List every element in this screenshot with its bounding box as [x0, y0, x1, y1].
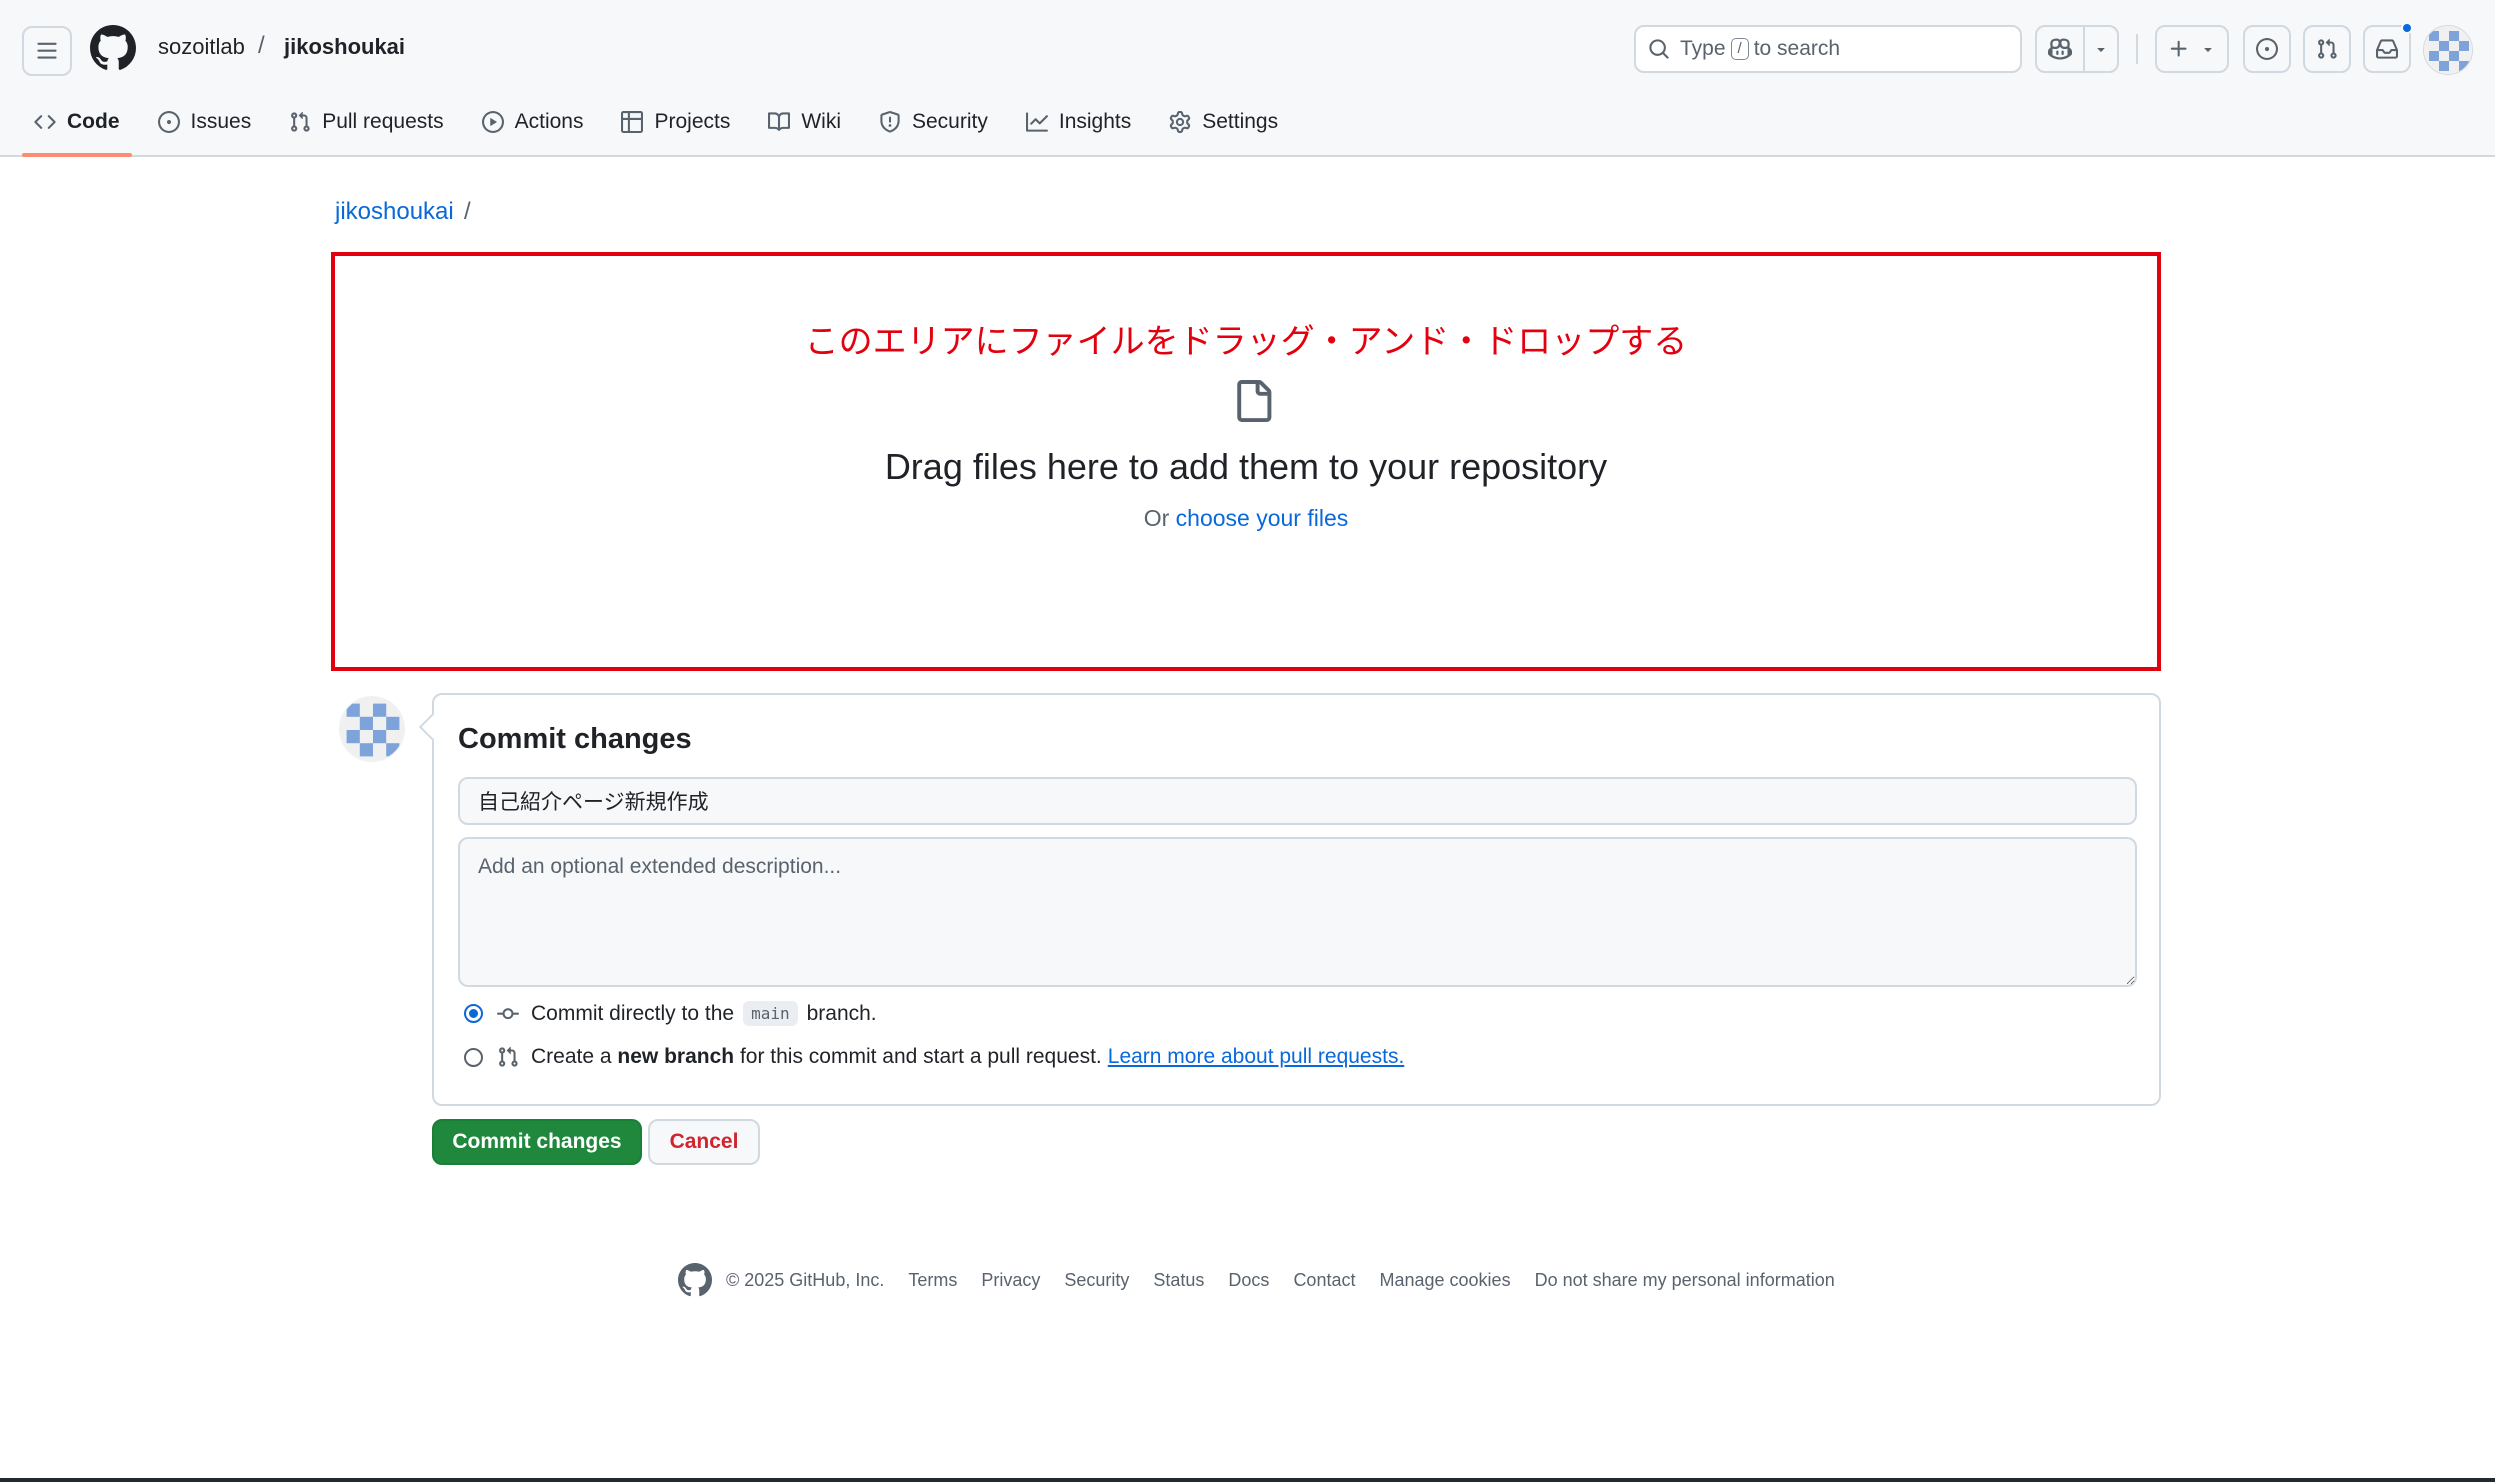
tab-label: Actions — [514, 110, 584, 133]
gear-icon — [1170, 111, 1191, 133]
hamburger-menu-button[interactable] — [22, 26, 72, 76]
owner-link[interactable]: sozoitlab — [158, 34, 245, 60]
drop-zone-or: Or — [1143, 505, 1170, 531]
tab-wiki[interactable]: Wiki — [756, 100, 853, 144]
commit-message-input[interactable] — [458, 777, 2137, 825]
footer-link-privacy[interactable]: Privacy — [981, 1270, 1040, 1291]
code-icon — [34, 115, 56, 129]
book-icon — [768, 112, 791, 131]
issue-opened-icon — [157, 111, 180, 133]
tab-label: Wiki — [801, 110, 841, 133]
commit-heading: Commit changes — [458, 723, 692, 755]
tab-code[interactable]: Code — [22, 100, 132, 157]
inbox-icon — [2376, 39, 2398, 59]
create-new-button[interactable] — [2155, 25, 2229, 73]
play-icon — [481, 111, 504, 133]
github-mark-icon[interactable] — [678, 1263, 712, 1297]
drop-zone-title: Drag files here to add them to your repo… — [884, 446, 1608, 487]
tab-label: Code — [67, 110, 120, 133]
commit-direct-text: Commit directly to the — [531, 1001, 735, 1025]
copilot-button[interactable] — [2037, 27, 2085, 71]
new-branch-bold: new branch — [617, 1045, 735, 1068]
tab-label: Security — [912, 110, 988, 133]
footer-link-terms[interactable]: Terms — [908, 1270, 957, 1291]
git-commit-icon — [497, 1007, 519, 1019]
footer-link-security[interactable]: Security — [1064, 1270, 1129, 1291]
tab-projects[interactable]: Projects — [609, 100, 742, 144]
shield-icon — [880, 111, 900, 133]
drop-zone-subtitle: Or choose your files — [335, 505, 2157, 532]
committer-avatar — [339, 696, 405, 762]
plus-icon — [2170, 40, 2187, 57]
search-input[interactable]: Type / to search — [1634, 25, 2022, 73]
breadcrumb-slash: / — [464, 198, 471, 225]
tab-label: Projects — [654, 110, 731, 133]
new-branch-suffix: for this commit and start a pull request… — [739, 1045, 1102, 1068]
file-icon — [1232, 378, 1274, 424]
commit-direct-radio[interactable] — [464, 1004, 483, 1023]
repo-navigation: Code Issues Pull requests Actions Projec… — [22, 100, 1304, 157]
new-branch-option[interactable]: Create a new branch for this commit and … — [464, 1045, 1404, 1069]
repo-link[interactable]: jikoshoukai — [284, 34, 405, 60]
learn-more-pull-requests-link[interactable]: Learn more about pull requests. — [1108, 1045, 1405, 1069]
commit-direct-suffix: branch. — [806, 1001, 877, 1025]
global-header: sozoitlab / jikoshoukai Type / to search — [0, 0, 2495, 157]
footer-link-contact[interactable]: Contact — [1293, 1270, 1355, 1291]
footer-link-manage-cookies[interactable]: Manage cookies — [1379, 1270, 1510, 1291]
issue-opened-icon — [2256, 38, 2278, 60]
tab-label: Pull requests — [322, 110, 444, 133]
choose-files-link[interactable]: choose your files — [1176, 505, 1349, 531]
search-suffix: to search — [1753, 37, 1841, 60]
tab-pull-requests[interactable]: Pull requests — [277, 100, 455, 144]
tab-settings[interactable]: Settings — [1157, 100, 1290, 144]
git-pull-request-icon — [499, 1046, 518, 1067]
footer-link-do-not-share[interactable]: Do not share my personal information — [1535, 1270, 1835, 1291]
commit-changes-button[interactable]: Commit changes — [432, 1119, 642, 1165]
pull-requests-button[interactable] — [2303, 25, 2351, 73]
drop-zone-annotation: このエリアにファイルをドラッグ・アンド・ドロップする — [804, 323, 1688, 361]
breadcrumb-separator: / — [258, 32, 265, 59]
footer-link-status[interactable]: Status — [1153, 1270, 1204, 1291]
window-bottom-edge — [0, 1478, 2495, 1482]
commit-changes-box: Commit changes Commit directly to the ma… — [432, 693, 2161, 1106]
file-drop-zone[interactable]: このエリアにファイルをドラッグ・アンド・ドロップする Drag files he… — [331, 252, 2161, 671]
branch-name: main — [743, 1001, 798, 1026]
footer-copyright: © 2025 GitHub, Inc. — [726, 1269, 885, 1290]
tab-actions[interactable]: Actions — [470, 100, 596, 144]
copilot-dropdown-button[interactable] — [2085, 41, 2117, 57]
three-bars-icon — [37, 42, 57, 59]
commit-direct-option[interactable]: Commit directly to the main branch. — [464, 1001, 877, 1026]
tab-security[interactable]: Security — [867, 100, 1000, 144]
cancel-button[interactable]: Cancel — [648, 1119, 760, 1165]
graph-icon — [1025, 112, 1048, 132]
tab-label: Issues — [190, 110, 252, 133]
search-shortcut-key: / — [1730, 38, 1749, 60]
tab-issues[interactable]: Issues — [146, 100, 264, 144]
notification-indicator — [2401, 22, 2413, 34]
user-avatar[interactable] — [2423, 25, 2473, 75]
copilot-button-group — [2035, 25, 2119, 73]
table-icon — [621, 111, 644, 133]
copilot-icon — [2048, 38, 2072, 60]
commit-description-input[interactable] — [458, 837, 2137, 987]
triangle-down-icon — [2097, 48, 2105, 52]
tab-label: Insights — [1058, 110, 1132, 133]
tab-insights[interactable]: Insights — [1014, 100, 1143, 144]
tab-label: Settings — [1202, 110, 1279, 133]
breadcrumb-repo-link[interactable]: jikoshoukai — [335, 198, 454, 226]
header-divider — [2136, 34, 2138, 64]
search-prefix: Type — [1680, 37, 1726, 60]
git-pull-request-icon — [2318, 38, 2337, 59]
new-branch-text: Create a — [531, 1045, 612, 1068]
site-footer: © 2025 GitHub, Inc. Terms Privacy Securi… — [678, 1263, 1835, 1297]
issues-button[interactable] — [2243, 25, 2291, 73]
triangle-down-icon — [2204, 48, 2212, 52]
footer-link-docs[interactable]: Docs — [1228, 1270, 1269, 1291]
search-icon — [1649, 39, 1669, 59]
new-branch-radio[interactable] — [464, 1047, 483, 1067]
git-pull-request-icon — [291, 111, 310, 132]
github-logo-icon[interactable] — [90, 25, 136, 71]
